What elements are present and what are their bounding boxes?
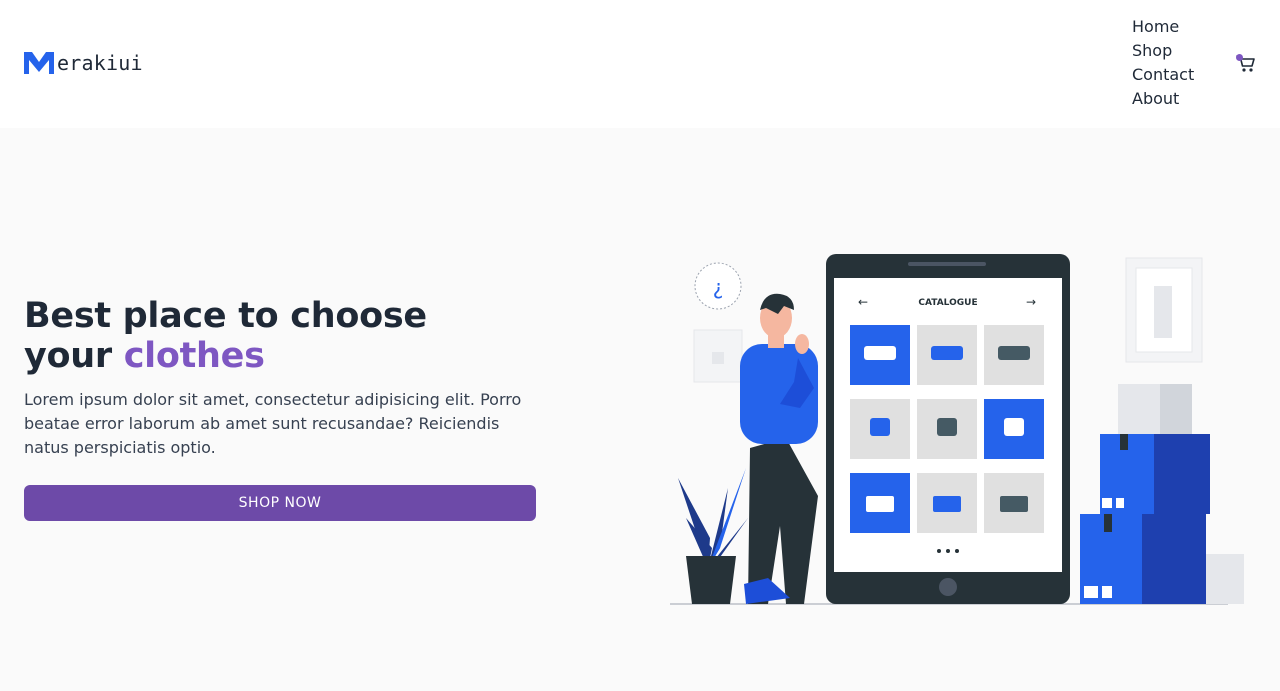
nav-contact[interactable]: Contact [1132,63,1194,87]
nav-about[interactable]: About [1132,87,1194,111]
arrow-left-icon: ← [858,295,868,309]
hero-description: Lorem ipsum dolor sit amet, consectetur … [24,390,522,457]
logo[interactable]: erakiui [24,52,143,74]
hero-title: Best place to choose your clothes [24,296,484,376]
phone-mockup: ← → CATALOGUE [826,254,1070,604]
arrow-right-icon: → [1026,295,1036,309]
cart-badge-dot [1236,54,1243,61]
logo-text: erakiui [57,51,143,75]
question-mark: ¿ [713,275,724,299]
catalogue-label: CATALOGUE [918,298,977,308]
shopping-illustration: ¿ ← → CATALOGUE [670,254,1244,605]
plant-icon [678,468,748,604]
hero-title-word: your [24,336,112,376]
hero-title-line1: Best place to choose [24,296,427,336]
nav-home[interactable]: Home [1132,15,1194,39]
main-nav: Home Shop Contact About [1132,15,1194,111]
logo-m-icon [24,52,54,74]
shop-now-button[interactable]: SHOP NOW [24,485,536,521]
stacked-boxes [1080,384,1244,604]
hero-title-accent: clothes [123,336,265,376]
person-figure [740,293,818,604]
nav-shop[interactable]: Shop [1132,39,1194,63]
site-header: erakiui Home Shop Contact About [0,0,1280,128]
